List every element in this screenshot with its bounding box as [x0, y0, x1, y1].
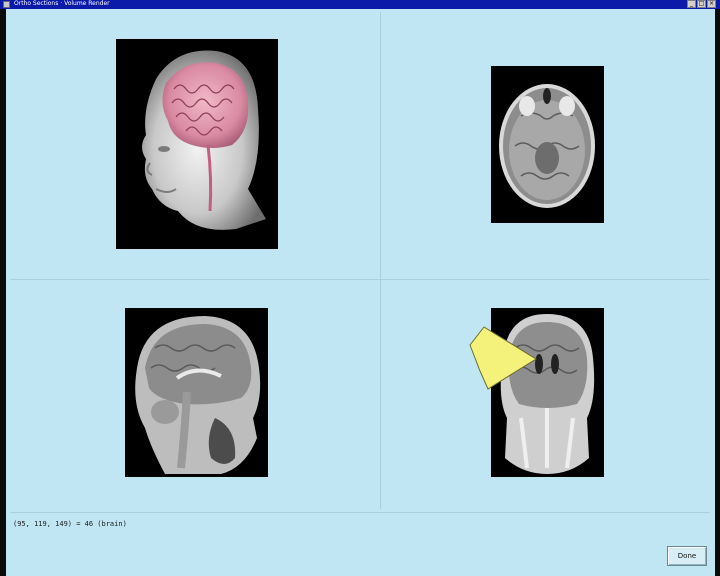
viewer-client-area: (95, 119, 149) = 46 (brain) Done	[6, 9, 715, 576]
maximize-button[interactable]: □	[697, 0, 706, 8]
sagittal-slice-image[interactable]	[125, 308, 268, 477]
horizontal-divider	[10, 279, 710, 280]
close-button[interactable]: ×	[707, 0, 716, 8]
window-title: Ortho Sections · Volume Render	[14, 0, 110, 7]
status-separator	[10, 512, 710, 513]
axial-view-panel[interactable]	[382, 12, 710, 277]
app-icon[interactable]	[3, 1, 10, 8]
pointer-arrow-icon	[469, 326, 537, 390]
done-button[interactable]: Done	[667, 546, 707, 566]
vertical-divider	[380, 12, 381, 509]
axial-slice-image[interactable]	[491, 66, 604, 223]
volume-render-image[interactable]	[116, 39, 278, 249]
axial-brain-icon	[491, 66, 604, 223]
sagittal-view-panel[interactable]	[10, 281, 378, 509]
sagittal-brain-icon	[125, 308, 268, 477]
coronal-view-panel[interactable]	[382, 281, 710, 509]
title-bar: Ortho Sections · Volume Render _ □ ×	[0, 0, 720, 9]
window-controls: _ □ ×	[687, 0, 716, 8]
minimize-button[interactable]: _	[687, 0, 696, 8]
head-render-icon	[116, 39, 278, 249]
volume-render-panel[interactable]	[10, 12, 378, 277]
voxel-readout: (95, 119, 149) = 46 (brain)	[13, 520, 127, 528]
